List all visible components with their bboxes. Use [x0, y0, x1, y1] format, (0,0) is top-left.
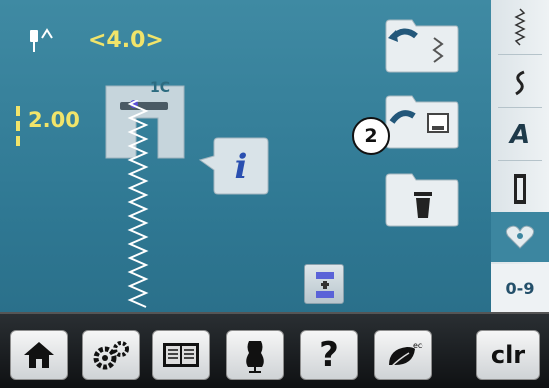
presser-foot-label: 1C: [150, 80, 171, 96]
step-number-badge: 2: [352, 117, 390, 155]
folder-delete-button[interactable]: [384, 170, 460, 228]
folder-save-button[interactable]: [384, 92, 460, 150]
stitch-s-icon: [515, 70, 525, 96]
sidebar-item-digits[interactable]: 0-9: [491, 264, 549, 312]
folder-personal-program-button[interactable]: [384, 16, 460, 74]
stitch-wave-icon: [514, 8, 526, 46]
needle-position-indicator[interactable]: [22, 28, 82, 54]
zigzag-stitch-preview: [127, 100, 149, 308]
sidebar-item-buttonholes[interactable]: [491, 162, 549, 216]
gear-icon: [93, 341, 129, 370]
digits-icon: 0-9: [505, 278, 535, 298]
book-icon: [163, 343, 199, 367]
svg-text:i: i: [235, 147, 248, 187]
stitch-width-value[interactable]: <4.0>: [88, 28, 164, 53]
trash-icon: [385, 173, 459, 227]
tutorial-button[interactable]: [152, 330, 210, 380]
eco-label: eco: [413, 341, 423, 350]
heart-icon: [505, 225, 535, 249]
sidebar-item-alphabets[interactable]: A: [491, 108, 549, 162]
needle-icon: [30, 28, 53, 52]
clear-button[interactable]: clr: [476, 330, 540, 380]
home-button[interactable]: [10, 330, 68, 380]
stitch-length-indicator: [16, 106, 20, 146]
buttonhole-icon: [514, 174, 526, 204]
eco-button[interactable]: eco: [374, 330, 432, 380]
home-icon: [24, 342, 54, 368]
sidebar-item-personal-program[interactable]: [491, 212, 549, 262]
balance-icon: [316, 272, 334, 298]
folder-save-icon: [385, 95, 459, 149]
sidebar-item-decorative-stitches[interactable]: [491, 56, 549, 110]
info-button[interactable]: i: [196, 134, 270, 196]
balance-button[interactable]: [304, 264, 344, 304]
eco-leaf-icon: eco: [389, 341, 423, 368]
creative-consultant-button[interactable]: [226, 330, 284, 380]
stitch-length-value[interactable]: 2.00: [28, 108, 80, 132]
help-icon: ?: [319, 335, 339, 375]
sidebar-item-practical-stitches[interactable]: [491, 0, 549, 54]
setup-button[interactable]: [82, 330, 140, 380]
dress-form-icon: [246, 341, 264, 373]
sewing-machine-screen: <4.0> 2.00 1C i 2 A 0-9 ? ec clr: [0, 0, 549, 388]
folder-back-icon: [385, 19, 459, 73]
alphabet-icon: A: [509, 120, 531, 150]
help-button[interactable]: ?: [300, 330, 358, 380]
